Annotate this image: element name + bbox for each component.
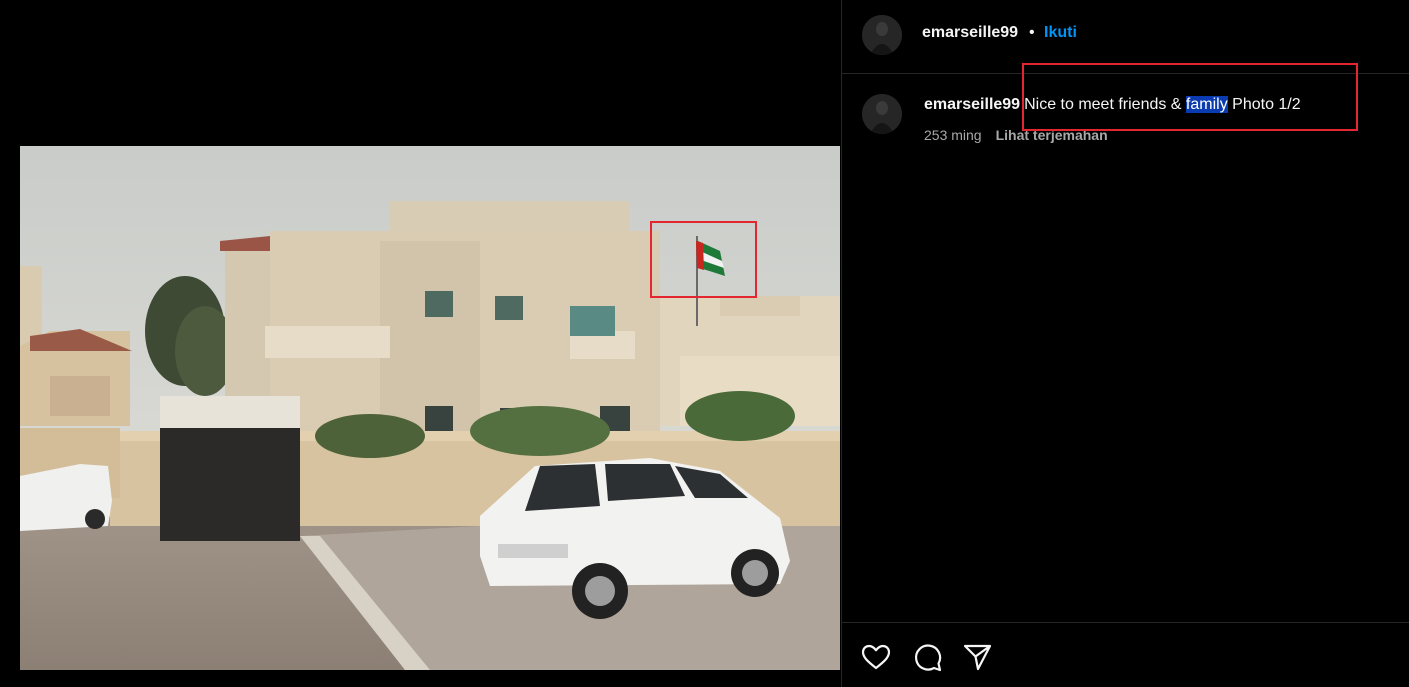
- separator-dot: •: [1029, 24, 1035, 41]
- flag-annotation-box: [650, 221, 757, 298]
- post-sidebar: emarseille99 • Ikuti emarseille99 Nice to…: [841, 0, 1409, 687]
- author-username[interactable]: emarseille99: [922, 24, 1018, 42]
- action-bar: [842, 622, 1409, 687]
- caption-annotation-box: [1022, 63, 1358, 131]
- follow-button[interactable]: Ikuti: [1044, 24, 1077, 42]
- caption-username[interactable]: emarseille99: [924, 96, 1020, 113]
- caption-comment: emarseille99 Nice to meet friends & famil…: [842, 63, 1409, 154]
- author-avatar[interactable]: [862, 15, 902, 55]
- caption-avatar[interactable]: [862, 94, 902, 134]
- caption-time: 253 ming: [924, 127, 982, 143]
- media-pane: [0, 0, 841, 687]
- share-icon[interactable]: [961, 641, 993, 673]
- heart-icon[interactable]: [860, 641, 892, 673]
- comment-icon[interactable]: [911, 641, 943, 673]
